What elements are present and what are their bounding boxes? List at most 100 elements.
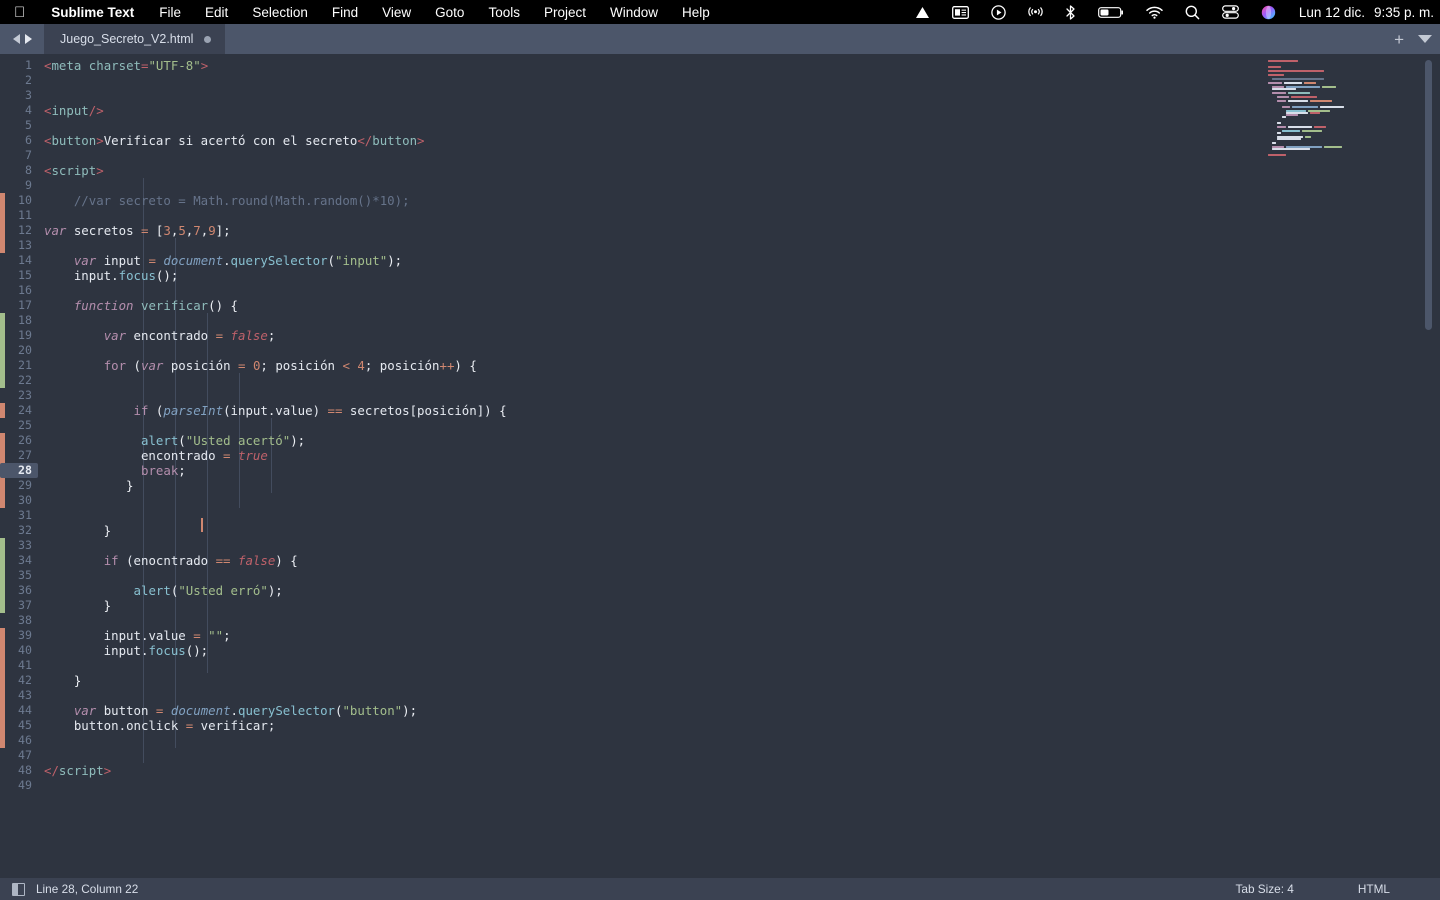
keyboard-input-icon[interactable] xyxy=(941,0,980,24)
line-number-8: 8 xyxy=(25,163,32,177)
tab-juego-secreto-v2[interactable]: Juego_Secreto_V2.html xyxy=(44,24,226,54)
code-line-12[interactable]: 12 var secretos = [3,5,7,9]; xyxy=(0,223,1260,238)
code-line-33[interactable]: 33 xyxy=(0,538,1260,553)
code-text-19: var encontrado = false; xyxy=(103,328,276,343)
minimap-scrollbar[interactable] xyxy=(1425,60,1432,330)
code-line-26[interactable]: 26 alert("Usted acertó"); xyxy=(0,433,1260,448)
code-text-4: <input/> xyxy=(44,103,104,118)
menu-item-goto[interactable]: Goto xyxy=(423,5,476,20)
code-line-17[interactable]: 17 function verificar() { xyxy=(0,298,1260,313)
code-line-7[interactable]: 7 xyxy=(0,148,1260,163)
search-icon[interactable] xyxy=(1174,0,1211,24)
code-line-27[interactable]: 27 encontrado = true xyxy=(0,448,1260,463)
line-number-34: 34 xyxy=(18,553,32,567)
code-line-25[interactable]: 25 xyxy=(0,418,1260,433)
macos-menu-bar:  Sublime Text File Edit Selection Find … xyxy=(0,0,1440,24)
code-line-39[interactable]: 39 input.value = ""; xyxy=(0,628,1260,643)
siri-icon[interactable] xyxy=(1250,0,1287,24)
code-line-42[interactable]: 42 } xyxy=(0,673,1260,688)
code-line-14[interactable]: 14 var input = document.querySelector("i… xyxy=(0,253,1260,268)
language-mode-label[interactable]: HTML xyxy=(1358,882,1440,896)
code-line-3[interactable]: 3 xyxy=(0,88,1260,103)
menu-app-name[interactable]: Sublime Text xyxy=(38,5,147,20)
code-line-16[interactable]: 16 xyxy=(0,283,1260,298)
code-line-38[interactable]: 38 xyxy=(0,613,1260,628)
code-line-32[interactable]: 32 } xyxy=(0,523,1260,538)
code-line-23[interactable]: 23 xyxy=(0,388,1260,403)
line-number-5: 5 xyxy=(25,118,32,132)
code-line-4[interactable]: 4 <input/> xyxy=(0,103,1260,118)
code-line-41[interactable]: 41 xyxy=(0,658,1260,673)
line-number-15: 15 xyxy=(18,268,32,282)
menu-item-file[interactable]: File xyxy=(147,5,193,20)
code-text-10: //var secreto = Math.round(Math.random()… xyxy=(44,193,410,208)
code-line-49[interactable]: 49 xyxy=(0,778,1260,793)
code-line-6[interactable]: 6 <button>Verificar si acertó con el secr… xyxy=(0,133,1260,148)
battery-icon[interactable] xyxy=(1087,0,1135,24)
line-number-18: 18 xyxy=(18,313,32,327)
code-text-45: button.onclick = verificar; xyxy=(44,718,276,733)
code-line-43[interactable]: 43 xyxy=(0,688,1260,703)
menu-item-selection[interactable]: Selection xyxy=(240,5,320,20)
code-text-1: <meta charset="UTF-8"> xyxy=(44,58,209,73)
code-line-30[interactable]: 30 xyxy=(0,493,1260,508)
code-line-31[interactable]: 31 xyxy=(0,508,1260,523)
code-line-13[interactable]: 13 xyxy=(0,238,1260,253)
bluetooth-icon[interactable] xyxy=(1054,0,1087,24)
code-line-48[interactable]: 48 </script> xyxy=(0,763,1260,778)
code-line-22[interactable]: 22 xyxy=(0,373,1260,388)
menu-item-tools[interactable]: Tools xyxy=(476,5,532,20)
code-line-44[interactable]: 44 var button = document.querySelector("… xyxy=(0,703,1260,718)
tab-size-label[interactable]: Tab Size: 4 xyxy=(1236,882,1358,896)
code-line-46[interactable]: 46 xyxy=(0,733,1260,748)
code-line-47[interactable]: 47 xyxy=(0,748,1260,763)
code-line-45[interactable]: 45 button.onclick = verificar; xyxy=(0,718,1260,733)
code-lines[interactable]: 1 <meta charset="UTF-8"> 2 3 4 <input/> 5 6 <but… xyxy=(0,54,1260,878)
code-line-2[interactable]: 2 xyxy=(0,73,1260,88)
play-circle-icon[interactable] xyxy=(980,0,1017,24)
wifi-icon[interactable] xyxy=(1135,0,1174,24)
plus-icon[interactable]: + xyxy=(1394,31,1404,48)
line-number-16: 16 xyxy=(18,283,32,297)
sidebar-toggle-icon[interactable] xyxy=(12,882,25,896)
arrow-right-icon[interactable] xyxy=(24,34,32,44)
code-line-36[interactable]: 36 alert("Usted erró"); xyxy=(0,583,1260,598)
menu-item-window[interactable]: Window xyxy=(598,5,670,20)
line-number-39: 39 xyxy=(18,628,32,642)
apple-logo-icon[interactable]:  xyxy=(0,5,38,20)
arrow-left-icon[interactable] xyxy=(12,34,20,44)
code-line-28[interactable]: 28 break; xyxy=(0,463,1260,478)
code-editor[interactable]: 1 <meta charset="UTF-8"> 2 3 4 <input/> 5 6 <but… xyxy=(0,54,1440,878)
code-line-29[interactable]: 29 } xyxy=(0,478,1260,493)
code-line-20[interactable]: 20 xyxy=(0,343,1260,358)
menu-bar-clock[interactable]: Lun 12 dic. 9:35 p. m. xyxy=(1295,5,1440,20)
code-line-40[interactable]: 40 input.focus(); xyxy=(0,643,1260,658)
code-line-1[interactable]: 1 <meta charset="UTF-8"> xyxy=(0,58,1260,73)
menu-item-find[interactable]: Find xyxy=(320,5,370,20)
menu-item-project[interactable]: Project xyxy=(532,5,598,20)
code-line-9[interactable]: 9 xyxy=(0,178,1260,193)
code-line-21[interactable]: 21 for (var posición = 0; posición < 4; … xyxy=(0,358,1260,373)
code-line-24[interactable]: 24 if (parseInt(input.value) == secretos… xyxy=(0,403,1260,418)
code-line-11[interactable]: 11 xyxy=(0,208,1260,223)
dropbox-icon[interactable] xyxy=(904,0,941,24)
code-line-15[interactable]: 15 input.focus(); xyxy=(0,268,1260,283)
code-line-5[interactable]: 5 xyxy=(0,118,1260,133)
code-line-19[interactable]: 19 var encontrado = false; xyxy=(0,328,1260,343)
tab-modified-dot-icon[interactable] xyxy=(204,35,212,43)
code-line-8[interactable]: 8 <script> xyxy=(0,163,1260,178)
menu-item-help[interactable]: Help xyxy=(670,5,722,20)
code-line-18[interactable]: 18 xyxy=(0,313,1260,328)
code-line-34[interactable]: 34 if (enocntrado == false) { xyxy=(0,553,1260,568)
control-center-icon[interactable] xyxy=(1211,0,1250,24)
code-line-35[interactable]: 35 xyxy=(0,568,1260,583)
minimap[interactable] xyxy=(1260,54,1440,878)
line-number-23: 23 xyxy=(18,388,32,402)
menu-item-edit[interactable]: Edit xyxy=(193,5,240,20)
line-number-40: 40 xyxy=(18,643,32,657)
code-line-37[interactable]: 37 } xyxy=(0,598,1260,613)
chevron-down-icon[interactable] xyxy=(1418,35,1432,43)
menu-item-view[interactable]: View xyxy=(370,5,423,20)
airplay-icon[interactable] xyxy=(1017,0,1054,24)
code-line-10[interactable]: 10 //var secreto = Math.round(Math.rando… xyxy=(0,193,1260,208)
